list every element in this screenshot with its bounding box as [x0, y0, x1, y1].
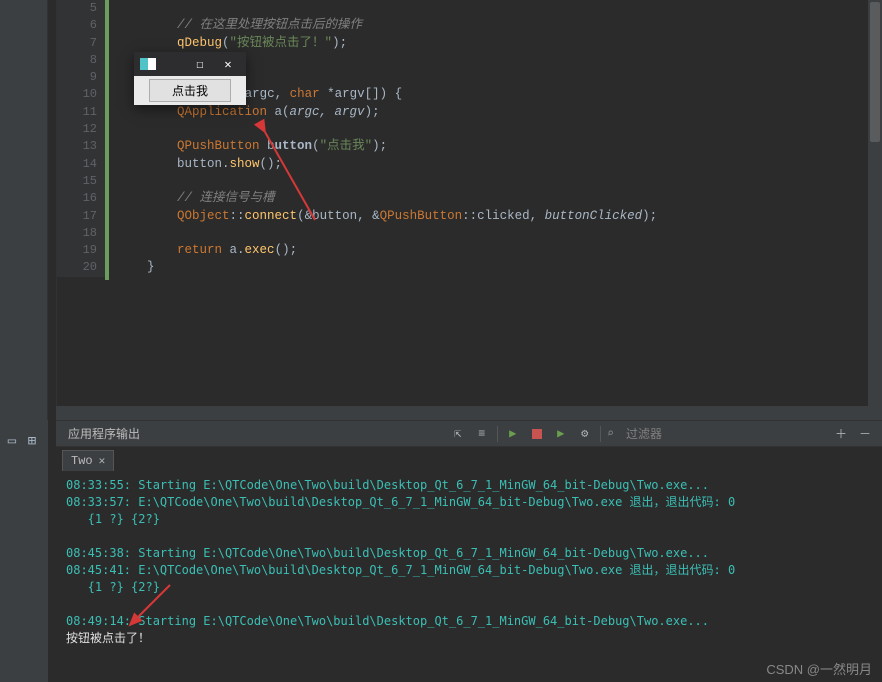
rerun-icon[interactable]: ▶ — [552, 425, 570, 443]
filter-input[interactable] — [620, 425, 720, 443]
qt-app-icon — [140, 58, 156, 70]
output-line: 08:33:57: E:\QTCode\One\Two\build\Deskto… — [66, 494, 872, 511]
output-line: 08:45:41: E:\QTCode\One\Two\build\Deskto… — [66, 562, 872, 579]
vertical-scrollbar[interactable] — [868, 0, 882, 420]
settings-icon[interactable]: ⚙ — [576, 425, 594, 443]
scrollbar-thumb[interactable] — [870, 2, 880, 142]
output-line: {1 ?} {2?} — [66, 579, 872, 596]
clear-icon[interactable]: ≡ — [473, 425, 491, 443]
output-line: 08:33:55: Starting E:\QTCode\One\Two\bui… — [66, 477, 872, 494]
collapse-icon[interactable]: ▭ — [4, 434, 20, 450]
close-tab-icon[interactable]: ✕ — [99, 454, 106, 468]
qt-titlebar[interactable]: ☐ ✕ — [134, 52, 246, 76]
code-content[interactable]: // 在这里处理按钮点击后的操作 qDebug("按钮被点击了！"); } in… — [117, 0, 657, 311]
output-text[interactable]: 08:33:55: Starting E:\QTCode\One\Two\bui… — [56, 471, 882, 653]
output-line: 08:49:14: Starting E:\QTCode\One\Two\bui… — [66, 613, 872, 630]
maximize-icon[interactable]: ☐ — [190, 57, 210, 72]
search-icon: ⌕ — [607, 426, 614, 441]
play-icon[interactable]: ▶ — [504, 425, 522, 443]
qt-app-window[interactable]: ☐ ✕ 点击我 — [134, 52, 246, 105]
qt-body: 点击我 — [134, 76, 246, 105]
output-tabs: Two ✕ — [56, 447, 882, 471]
change-marker — [105, 0, 109, 280]
line-numbers: 5 6 7 8 9 10 11 12 13 14 15 16 17 18 19 … — [57, 0, 105, 277]
stop-icon[interactable] — [528, 425, 546, 443]
output-tab-two[interactable]: Two ✕ — [62, 450, 114, 471]
output-title: 应用程序输出 — [56, 425, 152, 442]
close-icon[interactable]: ✕ — [218, 57, 238, 72]
output-header: 应用程序输出 ⇱ ≡ ▶ ▶ ⚙ ⌕ ＋ － — [56, 421, 882, 447]
side-gutter-bottom: ▭ ⊞ — [0, 420, 48, 682]
horizontal-scrollbar[interactable] — [56, 406, 868, 420]
watermark: CSDN @一然明月 — [766, 659, 872, 678]
output-line — [66, 528, 872, 545]
output-toolbar: ⇱ ≡ ▶ ▶ ⚙ ⌕ ＋ － — [449, 425, 882, 443]
output-line: {1 ?} {2?} — [66, 511, 872, 528]
minus-icon[interactable]: － — [856, 425, 874, 443]
output-line: 08:45:38: Starting E:\QTCode\One\Two\bui… — [66, 545, 872, 562]
output-line: 按钮被点击了！ — [66, 630, 872, 647]
attach-icon[interactable]: ⇱ — [449, 425, 467, 443]
qt-push-button[interactable]: 点击我 — [149, 79, 231, 102]
tab-label: Two — [71, 454, 93, 468]
split-icon[interactable]: ⊞ — [24, 434, 40, 450]
side-gutter — [0, 0, 48, 420]
output-line — [66, 596, 872, 613]
output-panel: 应用程序输出 ⇱ ≡ ▶ ▶ ⚙ ⌕ ＋ － Two ✕ 08:33:55: S… — [56, 420, 882, 682]
plus-icon[interactable]: ＋ — [832, 425, 850, 443]
